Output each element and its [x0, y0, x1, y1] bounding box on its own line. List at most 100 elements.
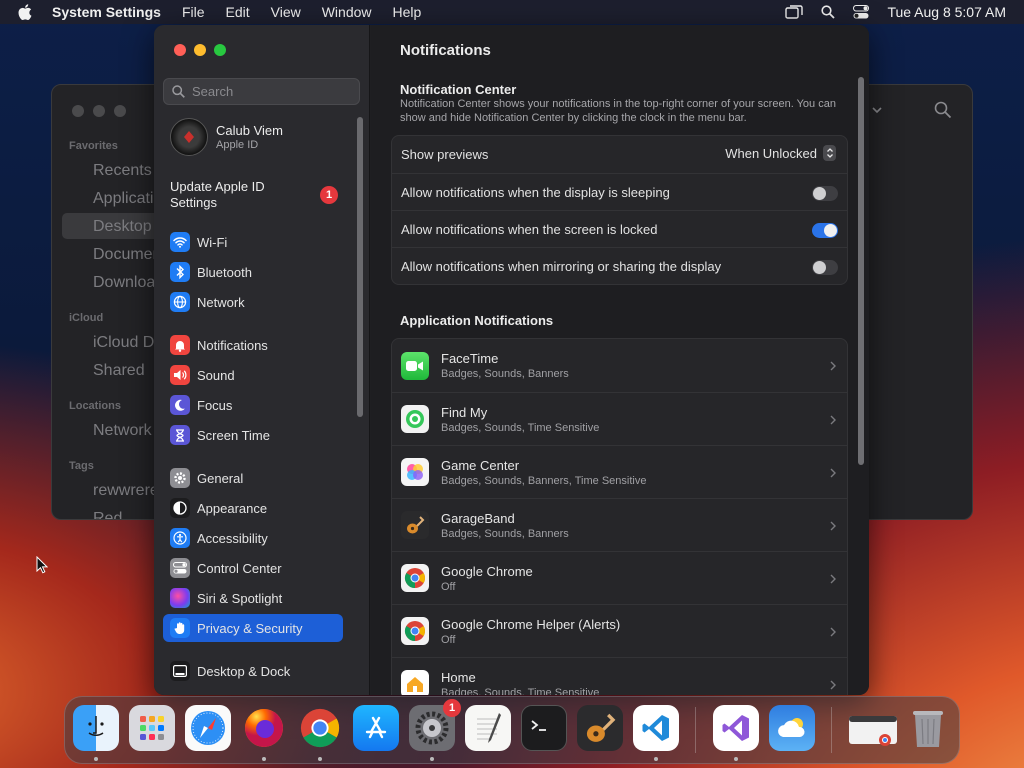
sidebar-item-appearance[interactable]: Appearance [163, 494, 343, 522]
sidebar-item-screen-time[interactable]: Screen Time [163, 421, 343, 449]
sidebar-item-label: Accessibility [197, 530, 268, 546]
finder-item-tag-red[interactable]: Red [93, 510, 122, 519]
app-row-facetime[interactable]: FaceTime Badges, Sounds, Banners [392, 339, 847, 392]
app-name: GarageBand [441, 510, 515, 526]
dock-garageband-icon[interactable] [577, 705, 623, 751]
toggle-row-display-sleeping: Allow notifications when the display is … [392, 173, 847, 210]
dock-finder-icon[interactable] [73, 705, 119, 751]
finder-item-shared[interactable]: Shared [93, 362, 145, 380]
toggle-display-sleeping[interactable] [812, 186, 838, 201]
menu-clock[interactable]: Tue Aug 8 5:07 AM [887, 4, 1006, 20]
sidebar-item-privacy-security[interactable]: Privacy & Security [163, 614, 343, 642]
sidebar-item-network[interactable]: Network [163, 288, 343, 316]
mouse-cursor-icon [36, 555, 49, 579]
running-indicator [430, 757, 434, 761]
finder-chevron-icon[interactable] [872, 101, 882, 117]
dock-weather-icon[interactable] [769, 705, 815, 751]
sidebar-scrollbar[interactable] [357, 117, 363, 417]
dock-terminal-icon[interactable] [521, 705, 567, 751]
dock-safari-icon[interactable] [185, 705, 231, 751]
sidebar-item-accessibility[interactable]: Accessibility [163, 524, 343, 552]
game-center-icon [401, 458, 429, 486]
app-row-home[interactable]: Home Badges, Sounds, Time Sensitive [392, 657, 847, 695]
menu-bar: System Settings File Edit View Window He… [0, 0, 1024, 24]
finder-item-icloud-drive[interactable]: iCloud Dri [93, 334, 163, 352]
menu-edit[interactable]: Edit [226, 4, 250, 20]
update-badge: 1 [320, 186, 338, 204]
update-apple-id-settings[interactable]: Update Apple ID Settings [170, 179, 280, 211]
sidebar-item-focus[interactable]: Focus [163, 391, 343, 419]
sidebar-item-sound[interactable]: Sound [163, 361, 343, 389]
control-center-icon[interactable] [853, 5, 870, 19]
finder-item-applications[interactable]: Applicatio [93, 190, 162, 208]
dock-visual-studio-icon[interactable] [713, 705, 759, 751]
account-subtitle: Apple ID [216, 139, 259, 151]
chevron-right-icon [830, 571, 836, 589]
menu-app-name[interactable]: System Settings [52, 4, 161, 20]
dock-system-settings-icon[interactable]: 1 [409, 699, 461, 751]
app-row-garageband[interactable]: GarageBand Badges, Sounds, Banners [392, 498, 847, 551]
finder-traffic-lights [72, 105, 126, 117]
sidebar-item-notifications[interactable]: Notifications [163, 331, 343, 359]
apple-menu-icon[interactable] [18, 3, 36, 21]
close-button[interactable] [174, 44, 186, 56]
dock-app-store-icon[interactable] [353, 705, 399, 751]
app-detail: Badges, Sounds, Time Sensitive [441, 421, 600, 434]
gear-icon [170, 468, 190, 488]
finder-close-button[interactable] [72, 105, 84, 117]
finder-item-desktop[interactable]: Desktop [93, 218, 152, 236]
zoom-button[interactable] [214, 44, 226, 56]
main-scrollbar[interactable] [858, 77, 864, 465]
dock-textedit-icon[interactable] [465, 705, 511, 751]
notification-center-group: Show previews When Unlocked Allow notifi… [391, 135, 848, 285]
menu-view[interactable]: View [271, 4, 301, 20]
finder-item-network[interactable]: Network [93, 422, 152, 440]
finder-item-documents[interactable]: Documen [93, 246, 161, 264]
sidebar-item-general[interactable]: General [163, 464, 343, 492]
app-detail: Badges, Sounds, Banners [441, 527, 569, 540]
menu-window[interactable]: Window [322, 4, 372, 20]
show-previews-label: Show previews [401, 147, 489, 162]
running-indicator [654, 757, 658, 761]
app-row-google-chrome[interactable]: Google Chrome Off [392, 551, 847, 604]
bluetooth-icon [170, 262, 190, 282]
menu-help[interactable]: Help [393, 4, 422, 20]
app-name: Google Chrome [441, 563, 533, 579]
apple-id-account[interactable]: Calub Viem Apple ID [170, 118, 283, 156]
sidebar-item-wifi[interactable]: Wi-Fi [163, 228, 343, 256]
app-row-game-center[interactable]: Game Center Badges, Sounds, Banners, Time… [392, 445, 847, 498]
chevron-right-icon [830, 677, 836, 695]
sidebar-item-control-center[interactable]: Control Center [163, 554, 343, 582]
globe-icon [170, 292, 190, 312]
spotlight-search-icon[interactable] [821, 5, 836, 19]
toggle-screen-locked[interactable] [812, 223, 838, 238]
dock-chrome-icon[interactable] [297, 705, 343, 751]
sidebar-item-label: General [197, 470, 244, 486]
sidebar-item-label: Screen Time [197, 427, 270, 443]
toggle-label: Allow notifications when the display is … [401, 184, 670, 200]
toggle-label: Allow notifications when the screen is l… [401, 221, 658, 237]
dock-launchpad-icon[interactable] [129, 705, 175, 751]
menu-file[interactable]: File [182, 4, 205, 20]
sidebar-item-desktop-dock[interactable]: Desktop & Dock [163, 657, 343, 685]
finder-zoom-button[interactable] [114, 105, 126, 117]
toggle-mirroring[interactable] [812, 260, 838, 275]
finder-minimize-button[interactable] [93, 105, 105, 117]
finder-search-icon[interactable] [934, 101, 952, 124]
sidebar-item-label: Sound [197, 367, 235, 383]
dock-trash-icon[interactable] [905, 705, 951, 751]
page-title: Notifications [400, 42, 491, 59]
minimize-button[interactable] [194, 44, 206, 56]
dock-vscode-icon[interactable] [633, 705, 679, 751]
screen-mirroring-icon[interactable] [785, 5, 804, 19]
dock-firefox-icon[interactable] [241, 705, 287, 751]
dock-chrome-window-icon[interactable] [847, 705, 899, 751]
show-previews-popup[interactable]: When Unlocked [725, 145, 836, 161]
sidebar-item-siri-spotlight[interactable]: Siri & Spotlight [163, 584, 343, 612]
app-row-chrome-helper[interactable]: Google Chrome Helper (Alerts) Off [392, 604, 847, 657]
app-row-find-my[interactable]: Find My Badges, Sounds, Time Sensitive [392, 392, 847, 445]
sidebar-item-bluetooth[interactable]: Bluetooth [163, 258, 343, 286]
sidebar-search-field[interactable]: Search [163, 78, 360, 105]
sidebar-item-label: Desktop & Dock [197, 663, 291, 679]
finder-item-recents[interactable]: Recents [93, 162, 152, 180]
